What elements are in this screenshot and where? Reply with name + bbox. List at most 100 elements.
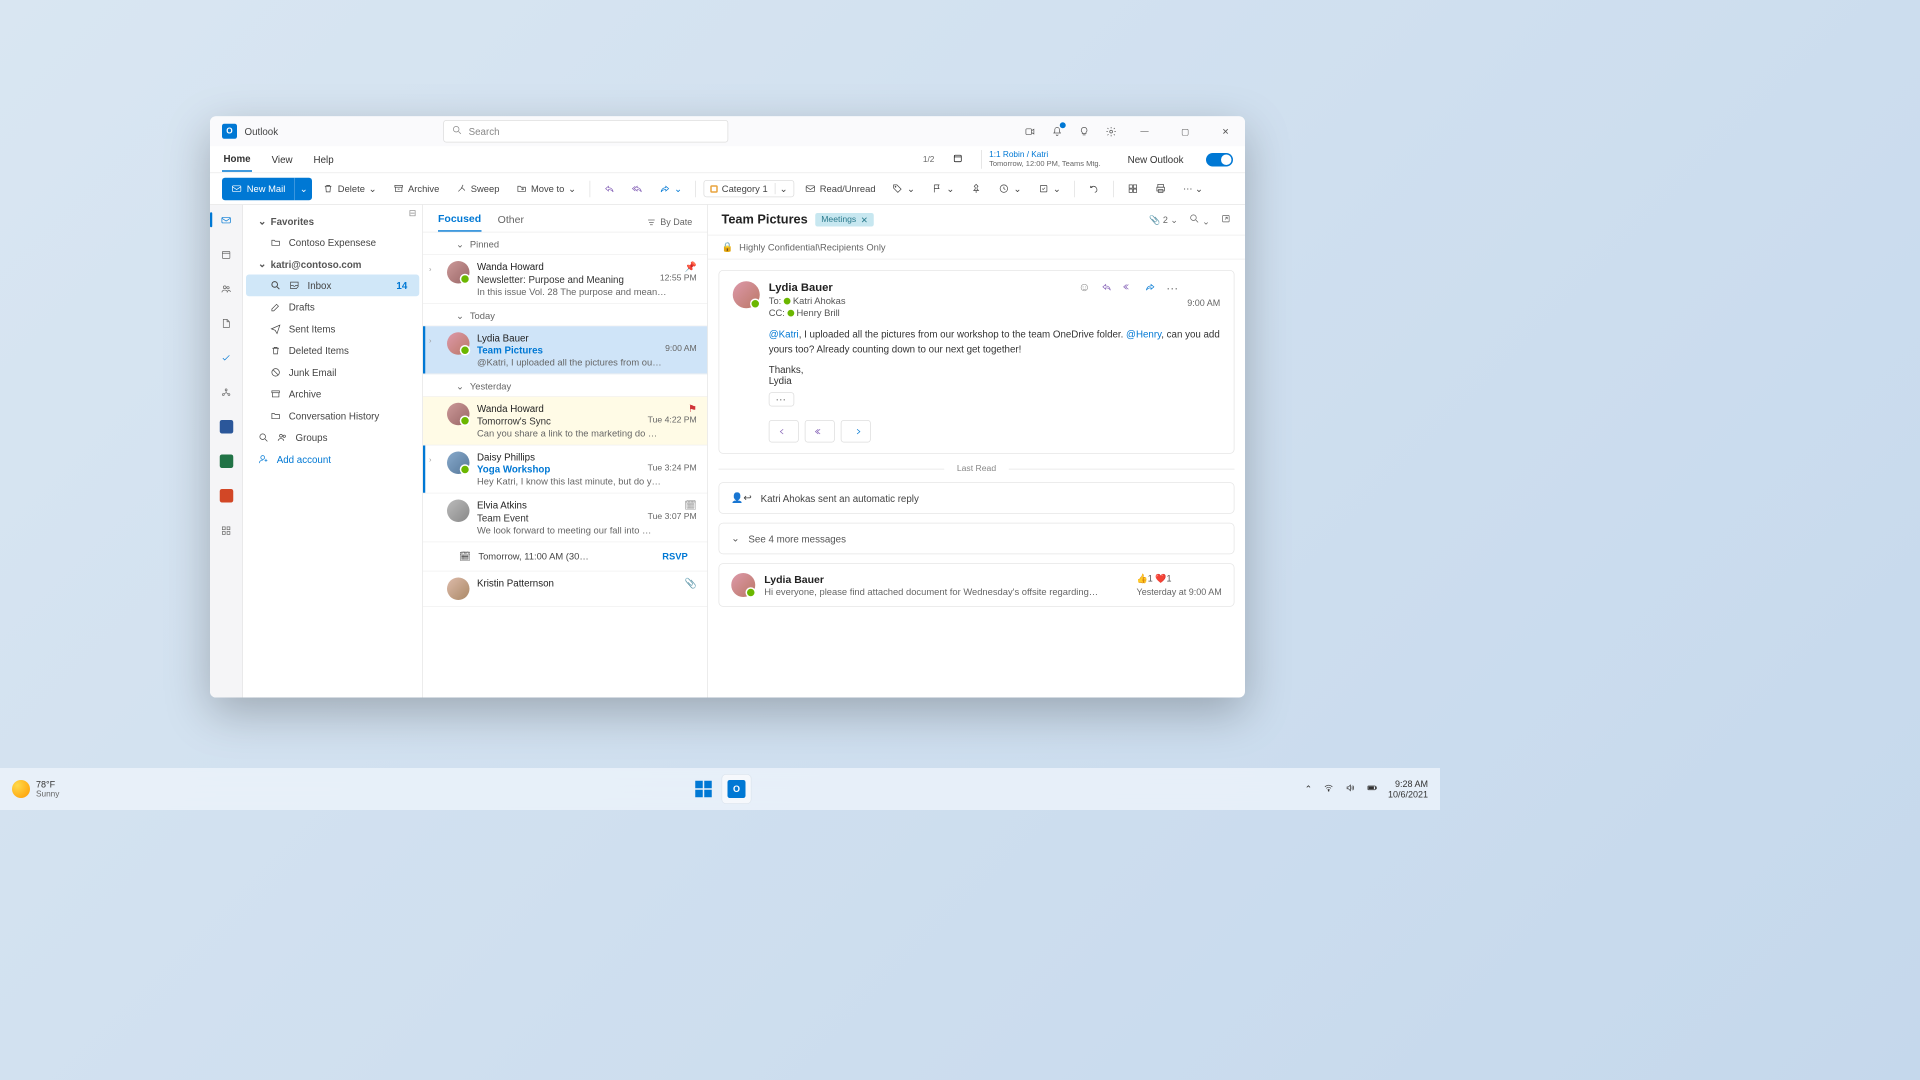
calendar-upnext[interactable]: 1:1 Robin / Katri Tomorrow, 12:00 PM, Te…: [981, 150, 1101, 169]
group-pinned[interactable]: ⌄Pinned: [423, 233, 707, 256]
quick-reply-all-button[interactable]: [805, 420, 835, 443]
reply-button[interactable]: [1101, 281, 1112, 296]
folder-junk[interactable]: Junk Email: [246, 362, 419, 384]
favorites-header[interactable]: ⌄Favorites: [246, 211, 419, 232]
folder-drafts[interactable]: Drafts: [246, 296, 419, 318]
quick-reply-button[interactable]: [769, 420, 799, 443]
rail-calendar[interactable]: [216, 244, 237, 265]
undo-button[interactable]: [1082, 180, 1105, 197]
reply-all-button[interactable]: [1123, 281, 1134, 296]
weather-widget[interactable]: 78°FSunny: [12, 779, 59, 799]
category-tag[interactable]: Meetings✕: [815, 213, 874, 227]
taskbar-outlook[interactable]: O: [722, 775, 751, 804]
group-yesterday[interactable]: ⌄Yesterday: [423, 374, 707, 397]
quick-forward-button[interactable]: [841, 420, 871, 443]
rail-files[interactable]: [216, 313, 237, 334]
new-mail-dropdown[interactable]: ⌄: [294, 177, 312, 200]
move-to-button[interactable]: Move to ⌄: [510, 180, 582, 197]
rail-people[interactable]: [216, 278, 237, 299]
expand-thread-icon[interactable]: ›: [429, 332, 440, 367]
battery-icon[interactable]: [1366, 782, 1377, 796]
rail-org[interactable]: [216, 382, 237, 403]
rail-more-apps[interactable]: [216, 520, 237, 541]
message-item[interactable]: › Lydia Bauer Team Pictures9:00 AM @Katr…: [423, 326, 707, 374]
read-unread-button[interactable]: Read/Unread: [799, 180, 882, 197]
rail-mail[interactable]: [216, 209, 237, 230]
reply-button[interactable]: [598, 180, 621, 197]
folder-groups[interactable]: Groups: [246, 427, 419, 449]
tips-icon[interactable]: [1077, 125, 1091, 139]
forward-button[interactable]: ⌄: [653, 180, 688, 197]
sort-button[interactable]: By Date: [646, 216, 692, 227]
reaction-heart[interactable]: ❤️: [1155, 573, 1166, 584]
delete-button[interactable]: Delete ⌄: [317, 180, 383, 197]
pin-button[interactable]: [965, 180, 988, 197]
reaction-thumbs-up[interactable]: 👍: [1137, 573, 1148, 584]
message-item[interactable]: Wanda Howard⚑ Tomorrow's SyncTue 4:22 PM…: [423, 397, 707, 446]
collapsed-message-card[interactable]: Lydia Bauer Hi everyone, please find att…: [719, 563, 1235, 607]
tab-help[interactable]: Help: [312, 148, 335, 171]
show-trimmed-button[interactable]: ⋯: [769, 392, 795, 406]
calendar-inline[interactable]: 🗓 Tomorrow, 11:00 AM (30… RSVP: [423, 542, 707, 571]
message-item[interactable]: Elvia Atkins🗓 Team EventTue 3:07 PM We l…: [423, 494, 707, 543]
rail-word[interactable]: [216, 416, 237, 437]
folder-inbox[interactable]: Inbox14: [246, 275, 419, 297]
new-mail-button[interactable]: New Mail ⌄: [222, 177, 312, 200]
snooze-button[interactable]: ⌄: [993, 180, 1028, 197]
settings-icon[interactable]: [1104, 125, 1118, 139]
react-button[interactable]: ☺: [1078, 281, 1090, 295]
rail-excel[interactable]: [216, 451, 237, 472]
print-button[interactable]: [1149, 180, 1172, 197]
board-button[interactable]: [1121, 180, 1144, 197]
expand-thread-icon[interactable]: ›: [429, 452, 440, 487]
rail-todo[interactable]: [216, 347, 237, 368]
add-account-button[interactable]: Add account: [246, 449, 419, 471]
tab-focused[interactable]: Focused: [438, 212, 481, 232]
remove-tag-icon[interactable]: ✕: [861, 215, 868, 226]
volume-icon[interactable]: [1344, 782, 1355, 796]
more-actions-button[interactable]: ⋯: [1166, 281, 1178, 296]
maximize-button[interactable]: ▢: [1172, 119, 1199, 143]
rsvp-button[interactable]: RSVP: [655, 548, 696, 565]
notifications-icon[interactable]: [1050, 125, 1064, 139]
collapse-folders-icon[interactable]: ⊟: [409, 208, 417, 219]
message-item[interactable]: › Wanda Howard📌 Newsletter: Purpose and …: [423, 255, 707, 304]
see-more-card[interactable]: ⌄ See 4 more messages: [719, 523, 1235, 555]
folder-archive[interactable]: Archive: [246, 383, 419, 405]
clock[interactable]: 9:28 AM 10/6/2021: [1388, 778, 1428, 800]
minimize-button[interactable]: —: [1131, 119, 1158, 143]
tag-button[interactable]: ⌄: [886, 180, 921, 197]
zoom-button[interactable]: ⌄: [1188, 213, 1209, 227]
attachment-count[interactable]: 📎 2 ⌄: [1149, 215, 1178, 226]
expand-thread-icon[interactable]: ›: [429, 261, 440, 297]
tab-home[interactable]: Home: [222, 147, 252, 172]
calendar-peek-icon[interactable]: [952, 153, 963, 166]
reply-all-button[interactable]: [625, 180, 648, 197]
folder-contoso-expenses[interactable]: Contoso Expensese: [246, 232, 419, 254]
flag-button[interactable]: ⌄: [925, 180, 960, 197]
folder-sent[interactable]: Sent Items: [246, 318, 419, 340]
wifi-icon[interactable]: [1323, 782, 1334, 796]
category-button[interactable]: Category 1⌄: [704, 180, 794, 197]
folder-deleted[interactable]: Deleted Items: [246, 340, 419, 362]
archive-button[interactable]: Archive: [387, 180, 445, 197]
auto-reply-card[interactable]: 👤↩ Katri Ahokas sent an automatic reply: [719, 482, 1235, 514]
sweep-button[interactable]: Sweep: [450, 180, 506, 197]
message-item[interactable]: Kristin Patternson📎: [423, 572, 707, 607]
start-button[interactable]: [689, 775, 718, 804]
search-input[interactable]: Search: [443, 120, 728, 143]
group-today[interactable]: ⌄Today: [423, 304, 707, 327]
new-outlook-toggle[interactable]: [1206, 153, 1233, 167]
account-header[interactable]: ⌄katri@contoso.com: [246, 254, 419, 275]
sender-avatar[interactable]: [733, 281, 760, 308]
tray-chevron-icon[interactable]: ⌃: [1305, 784, 1313, 795]
tab-other[interactable]: Other: [498, 213, 524, 231]
close-button[interactable]: ✕: [1212, 119, 1239, 143]
popout-button[interactable]: [1220, 213, 1231, 227]
mention[interactable]: @Henry: [1126, 329, 1161, 340]
folder-conversation-history[interactable]: Conversation History: [246, 405, 419, 427]
message-item[interactable]: › Daisy Phillips Yoga WorkshopTue 3:24 P…: [423, 446, 707, 494]
forward-button[interactable]: [1144, 281, 1155, 296]
rail-powerpoint[interactable]: [216, 485, 237, 506]
mention[interactable]: @Katri: [769, 329, 799, 340]
